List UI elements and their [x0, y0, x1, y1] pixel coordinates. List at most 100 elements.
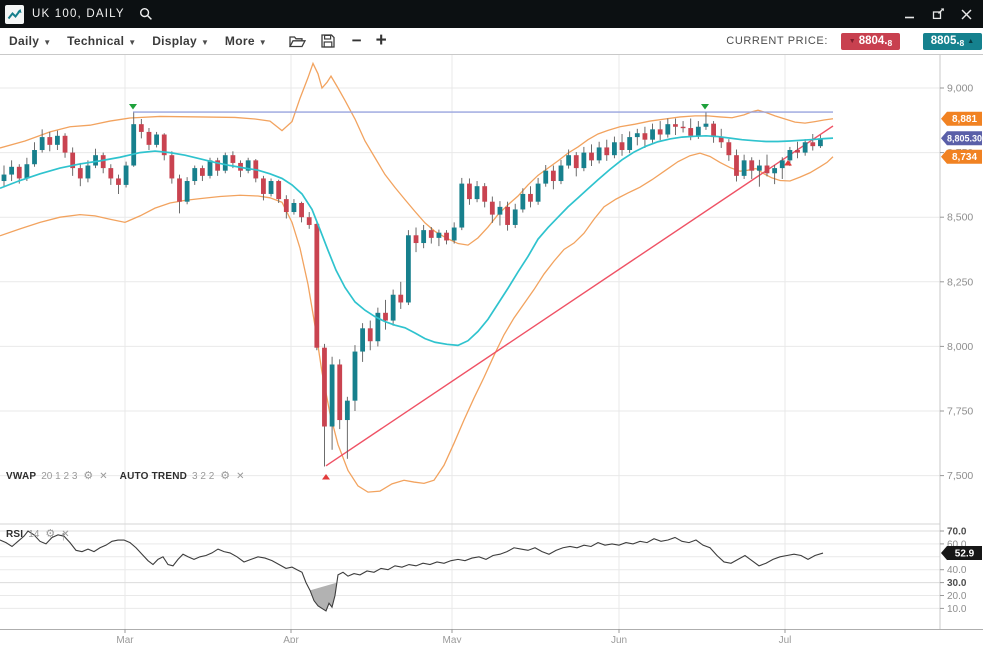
- candle-body: [131, 124, 136, 165]
- candle-body: [9, 167, 14, 175]
- sell-signal-marker: [701, 104, 709, 110]
- candle-body: [307, 217, 312, 225]
- candle-body: [757, 166, 762, 171]
- candle-body: [383, 313, 388, 321]
- candle-body: [749, 160, 754, 170]
- candle-body: [93, 155, 98, 165]
- candle-body: [559, 166, 564, 182]
- up-arrow-icon: ▲: [967, 38, 974, 45]
- menu-daily[interactable]: Daily ▼: [9, 34, 51, 48]
- candle-body: [139, 124, 144, 132]
- candle-body: [589, 153, 594, 161]
- candle-body: [116, 178, 121, 184]
- gear-icon[interactable]: ⚙: [45, 529, 55, 540]
- candle-body: [513, 209, 518, 225]
- rsi-params: 14: [28, 529, 39, 540]
- candle-body: [299, 203, 304, 217]
- app-logo-icon: [5, 5, 24, 24]
- candle-body: [177, 178, 182, 201]
- auto-trend-name: AUTO TREND: [120, 471, 187, 482]
- candle-body: [467, 184, 472, 200]
- price-tick-label: 8,500: [947, 212, 973, 224]
- candle-body: [536, 184, 541, 202]
- candle-body: [787, 150, 792, 160]
- close-window-icon[interactable]: [955, 4, 977, 24]
- open-folder-icon[interactable]: [289, 35, 306, 48]
- candle-body: [337, 364, 342, 420]
- price-tick-label: 7,500: [947, 470, 973, 482]
- rsi-tick-label: 70.0: [947, 527, 967, 538]
- candle-body: [322, 348, 327, 427]
- chart-canvas[interactable]: 9,0008,7508,5008,2508,0007,7507,50070.06…: [0, 55, 983, 643]
- price-chart-svg: 9,0008,7508,5008,2508,0007,7507,50070.06…: [0, 55, 983, 643]
- candle-body: [734, 155, 739, 176]
- rsi-tick-label: 20.0: [947, 591, 967, 602]
- month-label: Jun: [611, 635, 627, 643]
- candle-body: [421, 230, 426, 243]
- buy-signal-marker: [322, 474, 330, 480]
- candle-body: [276, 181, 281, 199]
- candle-body: [24, 164, 29, 178]
- candle-body: [597, 147, 602, 160]
- chevron-down-icon: ▼: [259, 36, 267, 47]
- buy-price-button[interactable]: 8805. 8 ▲: [923, 33, 982, 50]
- candle-body: [520, 194, 525, 210]
- save-icon[interactable]: [321, 34, 335, 48]
- menu-display-label: Display: [152, 34, 197, 48]
- candle-body: [795, 150, 800, 153]
- candle-body: [124, 166, 129, 185]
- zoom-in-button[interactable]: +: [376, 30, 387, 52]
- trading-app-window: { "window": { "title": "UK 100, DAILY" }…: [0, 0, 983, 643]
- chevron-down-icon: ▼: [43, 36, 51, 47]
- candle-body: [780, 160, 785, 168]
- restore-button[interactable]: [927, 4, 949, 24]
- candle-body: [269, 181, 274, 194]
- vwap-name: VWAP: [6, 471, 36, 482]
- candle-body: [482, 186, 487, 202]
- minimize-button[interactable]: [899, 4, 921, 24]
- candle-body: [765, 166, 770, 174]
- candle-body: [108, 168, 113, 178]
- buy-price-decimal: 8: [960, 38, 965, 48]
- close-icon[interactable]: ✕: [236, 472, 244, 482]
- candle-body: [231, 155, 236, 163]
- chevron-down-icon: ▼: [201, 36, 209, 47]
- candle-body: [360, 328, 365, 351]
- candle-body: [742, 160, 747, 176]
- candle-body: [154, 135, 159, 145]
- candle-body: [391, 295, 396, 321]
- candle-body: [437, 233, 442, 238]
- candle-body: [459, 184, 464, 228]
- candle-body: [368, 328, 373, 341]
- candle-body: [581, 153, 586, 169]
- menu-display[interactable]: Display ▼: [152, 34, 209, 48]
- month-label: Apr: [283, 635, 299, 643]
- close-icon[interactable]: ✕: [99, 472, 107, 482]
- zoom-out-button[interactable]: −: [352, 31, 362, 51]
- candle-body: [551, 171, 556, 181]
- rsi-tick-label: 40.0: [947, 565, 967, 576]
- menu-more[interactable]: More ▼: [225, 34, 267, 48]
- sell-price-button[interactable]: ▼ 8804. 8: [841, 33, 900, 50]
- gear-icon[interactable]: ⚙: [83, 471, 93, 482]
- menu-technical[interactable]: Technical ▼: [67, 34, 136, 48]
- rsi-name: RSI: [6, 529, 23, 540]
- buy-price-value: 8805.: [931, 35, 960, 47]
- candle-body: [2, 175, 7, 181]
- candle-body: [345, 401, 350, 420]
- up-arrow-tool-icon[interactable]: ↑: [60, 528, 67, 543]
- rsi-line: [0, 531, 823, 611]
- month-label: Jul: [779, 635, 792, 643]
- candle-body: [673, 124, 678, 127]
- gear-icon[interactable]: ⚙: [220, 471, 230, 482]
- month-label: May: [443, 635, 462, 643]
- candle-body: [353, 352, 358, 401]
- price-tick-label: 9,000: [947, 83, 973, 95]
- month-label: Mar: [116, 635, 134, 643]
- sell-price-value: 8804.: [859, 35, 888, 47]
- candle-body: [772, 168, 777, 173]
- candle-body: [543, 171, 548, 184]
- candle-body: [32, 150, 37, 164]
- search-icon[interactable]: [139, 7, 153, 21]
- candle-body: [47, 137, 52, 145]
